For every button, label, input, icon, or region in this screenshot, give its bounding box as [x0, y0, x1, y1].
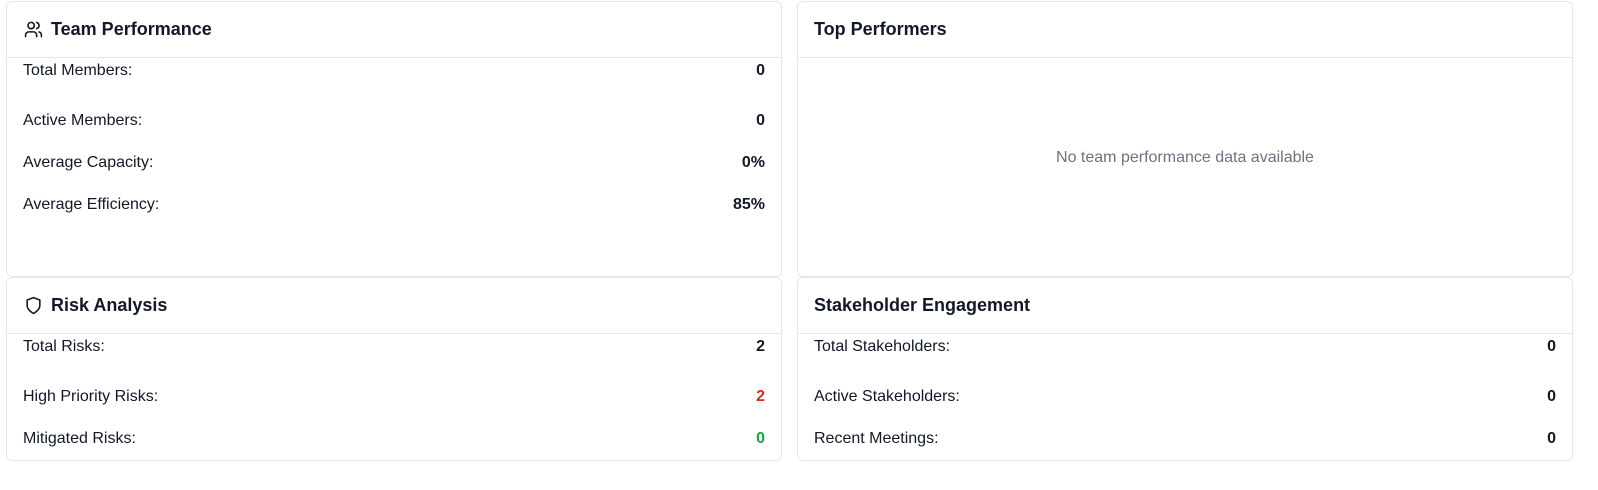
metrics-list: Total Members: 0 Active Members: 0 Avera…	[7, 58, 781, 226]
metric-row-average-efficiency: Average Efficiency: 85%	[23, 184, 765, 226]
dashboard-grid: Team Performance Total Members: 0 Active…	[6, 1, 1573, 461]
metric-value: 0	[1547, 338, 1556, 355]
team-performance-card: Team Performance Total Members: 0 Active…	[6, 1, 782, 277]
metric-row-active-stakeholders: Active Stakeholders: 0	[814, 376, 1556, 418]
metric-value: 0%	[741, 154, 765, 171]
metric-value: 85%	[732, 196, 765, 213]
metric-row-active-members: Active Members: 0	[23, 100, 765, 142]
metric-label: Recent Meetings:	[814, 430, 939, 447]
metric-label: Mitigated Risks:	[23, 430, 136, 447]
metric-value: 2	[756, 388, 765, 405]
card-title: Team Performance	[51, 19, 212, 39]
metric-row-total-members: Total Members: 0	[23, 58, 765, 84]
metric-row-high-priority-risks: High Priority Risks: 2	[23, 376, 765, 418]
metric-label: Average Efficiency:	[23, 196, 160, 213]
metric-row-total-risks: Total Risks: 2	[23, 334, 765, 360]
metric-value: 0	[1547, 388, 1556, 405]
metric-label: Total Members:	[23, 62, 133, 79]
metric-row-average-capacity: Average Capacity: 0%	[23, 142, 765, 184]
card-title: Top Performers	[814, 19, 947, 39]
users-icon	[23, 20, 43, 40]
metric-row-total-stakeholders: Total Stakeholders: 0	[814, 334, 1556, 360]
risk-analysis-card: Risk Analysis Total Risks: 2 High Priori…	[6, 277, 782, 461]
metric-row-mitigated-risks: Mitigated Risks: 0	[23, 418, 765, 460]
stakeholder-engagement-card: Stakeholder Engagement Total Stakeholder…	[797, 277, 1573, 461]
card-title: Risk Analysis	[51, 295, 168, 315]
metrics-list: Total Risks: 2 High Priority Risks: 2 Mi…	[7, 334, 781, 460]
top-performers-card: Top Performers No team performance data …	[797, 1, 1573, 277]
metric-value: 0	[756, 62, 765, 79]
metric-label: High Priority Risks:	[23, 388, 159, 405]
metric-label: Total Risks:	[23, 338, 105, 355]
card-header: Stakeholder Engagement	[798, 278, 1572, 334]
metric-label: Active Members:	[23, 112, 143, 129]
metric-label: Active Stakeholders:	[814, 388, 960, 405]
metric-value: 0	[756, 112, 765, 129]
metric-value: 0	[1547, 430, 1556, 447]
card-header: Risk Analysis	[7, 278, 781, 334]
metrics-list: Total Stakeholders: 0 Active Stakeholder…	[798, 334, 1572, 460]
metric-value: 0	[756, 430, 765, 447]
empty-state-message: No team performance data available	[1056, 149, 1314, 166]
card-header: Top Performers	[798, 2, 1572, 58]
card-title: Stakeholder Engagement	[814, 295, 1031, 315]
metric-value: 2	[756, 338, 765, 355]
metric-label: Total Stakeholders:	[814, 338, 951, 355]
shield-icon	[23, 296, 43, 316]
metric-label: Average Capacity:	[23, 154, 154, 171]
card-header: Team Performance	[7, 2, 781, 58]
metric-row-recent-meetings: Recent Meetings: 0	[814, 418, 1556, 460]
